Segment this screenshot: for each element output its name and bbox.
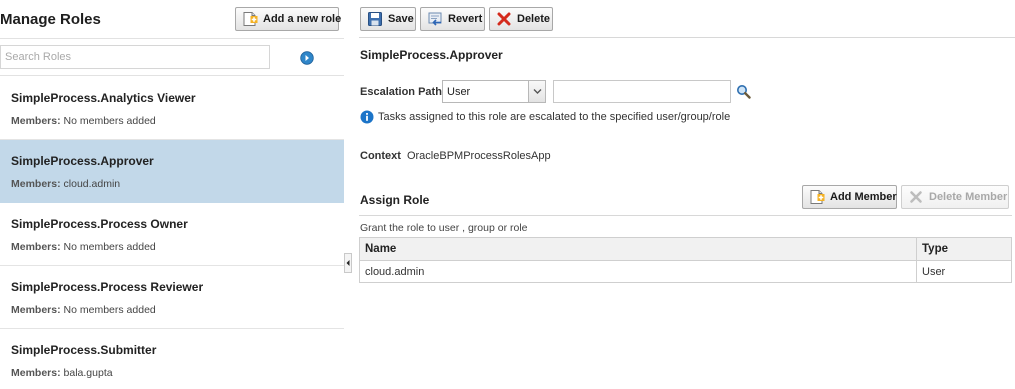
role-name: SimpleProcess.Submitter [11, 343, 157, 357]
escalation-type-select[interactable]: User [442, 80, 546, 103]
search-icon[interactable] [736, 84, 751, 99]
revert-icon [427, 11, 443, 27]
table-row[interactable]: cloud.admin User [360, 260, 1012, 283]
manage-roles-panel: Manage Roles Add a new role SimplePr [0, 0, 344, 389]
role-name: SimpleProcess.Process Owner [11, 217, 188, 231]
delete-member-label: Delete Member [929, 191, 1008, 203]
context-value: OracleBPMProcessRolesApp [406, 150, 551, 162]
search-go-icon[interactable] [300, 51, 314, 65]
role-name: SimpleProcess.Analytics Viewer [11, 91, 196, 105]
members-label: Members: [11, 241, 61, 253]
add-member-label: Add Member [830, 191, 897, 203]
dropdown-button[interactable] [528, 81, 545, 102]
delete-x-icon [496, 11, 512, 27]
revert-button[interactable]: Revert [420, 7, 485, 31]
role-item[interactable]: SimpleProcess.Process Owner Members: No … [0, 203, 344, 266]
search-roles-input[interactable] [0, 45, 270, 69]
escalation-target-input[interactable] [553, 80, 731, 103]
column-header-name[interactable]: Name [359, 237, 917, 261]
add-page-icon [242, 11, 258, 27]
manage-roles-header: Manage Roles Add a new role [0, 0, 344, 38]
role-members: Members: No members added [11, 304, 156, 316]
members-label: Members: [11, 367, 61, 379]
role-item[interactable]: SimpleProcess.Submitter Members: bala.gu… [0, 329, 344, 389]
members-value: No members added [63, 241, 156, 253]
role-members: Members: cloud.admin [11, 178, 120, 190]
members-table: Name Type cloud.admin User [359, 237, 1012, 283]
delete-button[interactable]: Delete [489, 7, 553, 31]
member-name-cell: cloud.admin [365, 265, 425, 278]
role-list: SimpleProcess.Analytics Viewer Members: … [0, 77, 344, 389]
context-label: Context [360, 150, 401, 162]
search-row [0, 38, 344, 76]
detail-toolbar: Save Revert Delete [359, 0, 1015, 38]
chevron-down-icon [533, 89, 542, 94]
delete-member-button[interactable]: Delete Member [901, 185, 1009, 209]
role-name: SimpleProcess.Approver [11, 154, 154, 168]
role-name: SimpleProcess.Process Reviewer [11, 280, 204, 294]
members-value: No members added [63, 115, 156, 127]
members-value: No members added [63, 304, 156, 316]
add-member-button[interactable]: Add Member [802, 185, 897, 209]
escalation-type-value: User [447, 86, 471, 98]
save-label: Save [388, 13, 414, 25]
table-header-row: Name Type [359, 237, 1012, 261]
add-role-button[interactable]: Add a new role [235, 7, 342, 31]
role-members: Members: No members added [11, 241, 156, 253]
collapse-left-icon [344, 253, 352, 273]
escalation-info: Tasks assigned to this role are escalate… [360, 110, 730, 124]
role-item[interactable]: SimpleProcess.Process Reviewer Members: … [0, 266, 344, 329]
column-header-type[interactable]: Type [916, 237, 1012, 261]
escalation-path-label: Escalation Path [360, 86, 442, 98]
role-title: SimpleProcess.Approver [360, 48, 503, 62]
members-value: bala.gupta [63, 367, 113, 379]
delete-x-icon [908, 189, 924, 205]
role-item-selected[interactable]: SimpleProcess.Approver Members: cloud.ad… [0, 140, 344, 203]
add-page-icon [809, 189, 825, 205]
members-label: Members: [11, 115, 61, 127]
info-text: Tasks assigned to this role are escalate… [378, 111, 731, 123]
members-label: Members: [11, 304, 61, 316]
save-icon [367, 11, 383, 27]
role-detail-panel: Save Revert Delete SimpleProcess.Approve… [359, 0, 1015, 389]
member-type-cell: User [916, 260, 1012, 283]
delete-label: Delete [517, 13, 551, 25]
save-button[interactable]: Save [360, 7, 416, 31]
role-members: Members: bala.gupta [11, 367, 113, 379]
panel-title: Manage Roles [0, 11, 101, 28]
role-members: Members: No members added [11, 115, 156, 127]
add-role-label: Add a new role [263, 13, 342, 25]
revert-label: Revert [448, 13, 483, 25]
context-row: Context OracleBPMProcessRolesApp [360, 150, 551, 162]
grant-description: Grant the role to user , group or role [360, 222, 528, 234]
info-icon [360, 110, 374, 124]
members-label: Members: [11, 178, 61, 190]
collapse-panel-handle[interactable] [344, 253, 352, 273]
assign-role-title: Assign Role [360, 193, 430, 207]
assign-role-header: Assign Role Add Member Delete Member [359, 182, 1012, 216]
members-value: cloud.admin [63, 178, 121, 190]
role-item[interactable]: SimpleProcess.Analytics Viewer Members: … [0, 77, 344, 140]
